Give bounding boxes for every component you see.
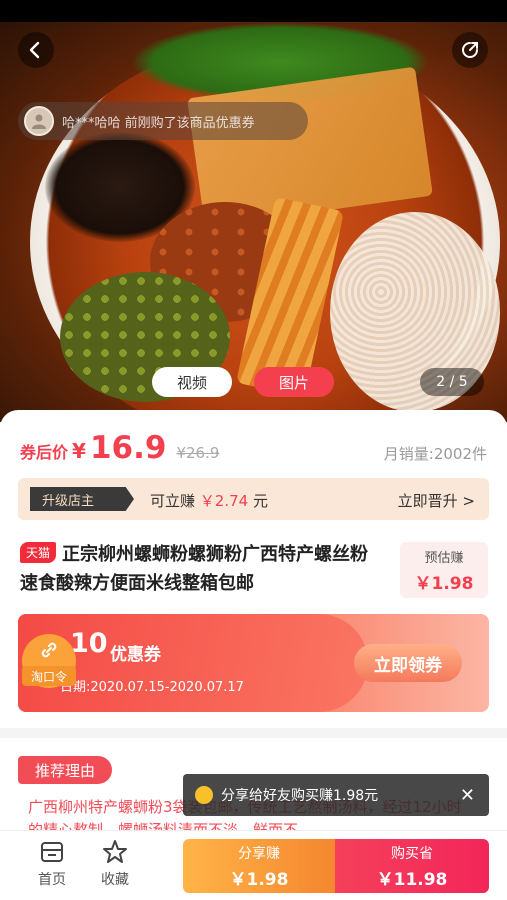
price-value: 16.9: [89, 430, 167, 466]
share-button[interactable]: [452, 32, 488, 68]
image-pager: 2 / 5: [420, 368, 484, 396]
chevron-left-icon: [29, 41, 40, 59]
tab-image[interactable]: 图片: [254, 367, 334, 397]
buy-save-label: 购买省: [391, 845, 433, 862]
upgrade-link[interactable]: 立即晋升 >: [398, 490, 475, 511]
share-icon: [462, 42, 478, 58]
monthly-sales: 月销量:2002件: [383, 445, 487, 463]
purchase-toast: 哈***哈哈 前刚购了该商品优惠券: [18, 102, 308, 140]
home-label: 首页: [38, 872, 66, 888]
home-button[interactable]: 首页: [22, 839, 82, 889]
share-earn-value: ￥1.98: [229, 869, 289, 890]
coin-icon: [195, 786, 213, 804]
recommend-reason-tag: 推荐理由: [18, 756, 112, 784]
upgrade-tag: 升级店主: [30, 487, 134, 511]
upgrade-banner[interactable]: 升级店主 可立赚 ￥2.74 元 立即晋升 >: [18, 478, 489, 520]
share-popup: 分享给好友购买赚1.98元 ✕: [183, 774, 489, 816]
share-earn-label: 分享赚: [238, 845, 280, 862]
price-row: 券后价 ¥ 16.9 ¥26.9: [20, 430, 219, 466]
upgrade-text: 可立赚 ￥2.74 元: [150, 490, 268, 511]
product-info-card: 券后价 ¥ 16.9 ¥26.9 月销量:2002件 升级店主 可立赚 ￥2.7…: [0, 410, 507, 728]
star-icon: [103, 840, 127, 863]
media-tabs: 视频 图片: [152, 367, 334, 397]
favorite-button[interactable]: 收藏: [85, 839, 145, 889]
home-icon: [41, 842, 63, 862]
currency-symbol: ¥: [72, 439, 86, 463]
coupon-amount: 10: [70, 628, 108, 659]
back-button[interactable]: [18, 32, 54, 68]
claim-coupon-button[interactable]: 立即领券: [354, 644, 462, 682]
estimated-label: 预估赚: [424, 550, 464, 566]
coupon-card[interactable]: 10 优惠券 日期:2020.07.15-2020.07.17 立即领券: [18, 614, 489, 712]
upgrade-prefix: 可立赚: [150, 492, 196, 510]
upgrade-suffix: 元: [252, 492, 268, 510]
tab-video[interactable]: 视频: [152, 367, 232, 397]
share-popup-text: 分享给好友购买赚1.98元: [221, 788, 379, 804]
bottom-action-bar: 首页 收藏 分享赚 ￥1.98 购买省 ￥11.98: [0, 830, 507, 900]
link-icon: [41, 642, 57, 658]
buy-save-value: ￥11.98: [376, 869, 448, 890]
product-image-gallery[interactable]: [0, 22, 507, 422]
original-price: ¥26.9: [176, 444, 220, 462]
product-title: 正宗柳州螺蛳粉螺狮粉广西特产螺丝粉速食酸辣方便面米线整箱包邮: [20, 544, 369, 594]
favorite-label: 收藏: [101, 872, 129, 888]
close-icon[interactable]: ✕: [460, 785, 475, 806]
user-icon: [32, 114, 46, 129]
buy-save-button[interactable]: 购买省 ￥11.98: [335, 839, 489, 893]
product-title-block: 天猫 正宗柳州螺蛳粉螺狮粉广西特产螺丝粉速食酸辣方便面米线整箱包邮: [20, 540, 385, 598]
price-label: 券后价: [20, 443, 69, 462]
share-earn-button[interactable]: 分享赚 ￥1.98: [183, 839, 335, 893]
coupon-date: 日期:2020.07.15-2020.07.17: [60, 680, 244, 695]
avatar: [24, 106, 54, 136]
status-bar: [0, 0, 507, 22]
coupon-name: 优惠券: [110, 645, 161, 665]
toast-text: 哈***哈哈 前刚购了该商品优惠券: [62, 115, 255, 131]
tmall-badge: 天猫: [20, 542, 57, 563]
estimated-value: ￥1.98: [414, 573, 474, 594]
upgrade-amount: ￥2.74: [199, 492, 249, 510]
estimated-earning: 预估赚 ￥1.98: [400, 542, 488, 598]
taokouling-label: 淘口令: [22, 666, 76, 686]
